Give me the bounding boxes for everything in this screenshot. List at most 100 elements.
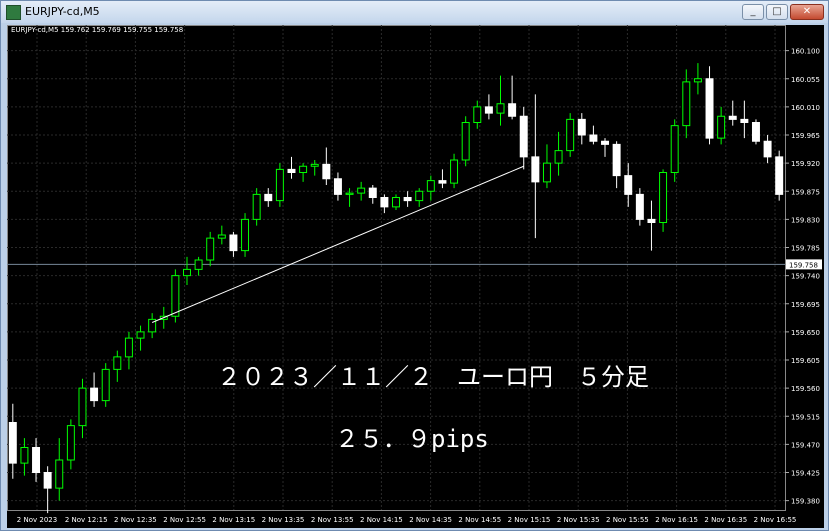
y-tick-label: 159.695 <box>791 301 820 309</box>
bull-candle <box>415 190 424 202</box>
bull-candle <box>542 162 551 183</box>
current-price-label: 159.758 <box>789 261 818 269</box>
x-tick-label: 2 Nov 12:55 <box>163 516 206 524</box>
x-tick-label: 2 Nov 14:15 <box>360 516 403 524</box>
bull-candle <box>55 459 64 489</box>
bear-candle <box>8 422 17 464</box>
y-tick-label: 159.425 <box>791 470 820 478</box>
x-tick-label: 2 Nov 2023 <box>17 516 57 524</box>
y-tick-label: 159.560 <box>791 385 820 393</box>
bull-candle <box>392 197 400 208</box>
bear-candle <box>647 218 656 223</box>
bear-candle <box>531 156 540 183</box>
bear-candle <box>635 193 644 220</box>
bull-candle <box>217 234 226 239</box>
x-tick-label: 2 Nov 16:15 <box>655 516 698 524</box>
bear-candle <box>90 387 99 402</box>
y-tick-label: 159.830 <box>791 216 820 224</box>
chart-symbol-label: EURJPY-cd,M5 159.762 159.769 159.755 159… <box>11 26 184 34</box>
bull-candle <box>682 81 691 127</box>
x-tick-label: 2 Nov 12:15 <box>65 516 108 524</box>
x-tick-label: 2 Nov 12:35 <box>114 516 157 524</box>
bull-candle <box>183 268 191 277</box>
bear-candle <box>287 168 296 173</box>
bull-candle <box>252 193 261 220</box>
y-tick-label: 159.470 <box>791 441 820 449</box>
x-tick-label: 2 Nov 15:15 <box>508 516 551 524</box>
window-title: EURJPY-cd,M5 <box>25 5 100 18</box>
bull-candle <box>241 218 250 252</box>
bear-candle <box>32 447 41 473</box>
y-tick-label: 160.010 <box>791 104 820 112</box>
bear-candle <box>601 140 609 145</box>
annotation-pips: ２５．９pips <box>335 425 489 453</box>
bear-candle <box>763 140 772 158</box>
bull-candle <box>566 118 575 152</box>
bear-candle <box>519 115 528 158</box>
annotation-title: ２０２３／１１／２ ユーロ円 ５分足 <box>217 363 649 391</box>
bear-candle <box>775 156 784 195</box>
bear-candle <box>577 118 586 136</box>
y-tick-label: 159.740 <box>791 273 820 281</box>
x-tick-label: 2 Nov 13:15 <box>212 516 255 524</box>
bear-candle <box>751 122 760 142</box>
bear-candle <box>589 134 598 142</box>
bear-candle <box>508 103 517 117</box>
x-tick-label: 2 Nov 16:35 <box>704 516 747 524</box>
bull-candle <box>66 425 75 461</box>
app-window: EURJPY-cd,M5 _ □ ✕ 160.100 160.055 160.010… <box>0 0 829 531</box>
chart-window-icon <box>6 5 21 20</box>
bull-candle <box>670 125 679 173</box>
y-tick-label: 159.785 <box>791 245 820 253</box>
title-bar[interactable]: EURJPY-cd,M5 _ □ ✕ <box>1 1 828 23</box>
bear-candle <box>624 175 633 195</box>
minimize-button[interactable]: _ <box>742 4 764 20</box>
bull-candle <box>345 192 354 195</box>
bull-candle <box>426 180 435 192</box>
bull-candle <box>659 172 668 223</box>
close-button[interactable]: ✕ <box>790 4 824 20</box>
bull-candle <box>101 368 110 402</box>
bull-candle <box>461 122 470 161</box>
y-tick-label: 159.920 <box>791 160 820 168</box>
bear-candle <box>438 180 447 184</box>
bear-candle <box>484 106 493 114</box>
bull-candle <box>194 259 203 270</box>
bear-candle <box>380 197 389 208</box>
bear-candle <box>229 234 238 252</box>
x-tick-label: 2 Nov 13:55 <box>311 516 354 524</box>
maximize-button[interactable]: □ <box>766 4 788 20</box>
bull-candle <box>275 168 284 202</box>
bear-candle <box>333 178 342 195</box>
bear-candle <box>264 193 273 202</box>
y-tick-label: 159.605 <box>791 357 820 365</box>
x-tick-label: 2 Nov 14:55 <box>458 516 501 524</box>
bull-candle <box>450 159 459 184</box>
y-tick-label: 159.650 <box>791 329 820 337</box>
bull-candle <box>136 331 145 339</box>
y-tick-label: 160.055 <box>791 76 820 84</box>
bull-candle <box>717 115 726 139</box>
bear-candle <box>728 115 737 120</box>
bull-candle <box>20 447 29 464</box>
x-tick-label: 2 Nov 13:35 <box>262 516 305 524</box>
bull-candle <box>299 165 308 173</box>
bear-candle <box>612 143 621 177</box>
y-tick-label: 159.515 <box>791 413 820 421</box>
bull-candle <box>113 356 122 370</box>
bear-candle <box>322 163 331 180</box>
bull-candle <box>473 106 482 123</box>
y-tick-label: 160.100 <box>791 48 820 56</box>
bull-candle <box>206 237 215 261</box>
bull-candle <box>693 78 702 83</box>
bull-candle <box>357 187 366 194</box>
x-tick-label: 2 Nov 15:55 <box>606 516 649 524</box>
bear-candle <box>740 118 749 123</box>
bear-candle <box>705 78 714 139</box>
bull-candle <box>78 387 87 427</box>
x-tick-label: 2 Nov 14:35 <box>409 516 452 524</box>
y-tick-label: 159.965 <box>791 132 820 140</box>
bull-candle <box>124 337 133 358</box>
price-chart[interactable]: 160.100 160.055 160.010 159.965 159.920 159.8… <box>7 25 824 528</box>
bear-candle <box>403 197 412 202</box>
